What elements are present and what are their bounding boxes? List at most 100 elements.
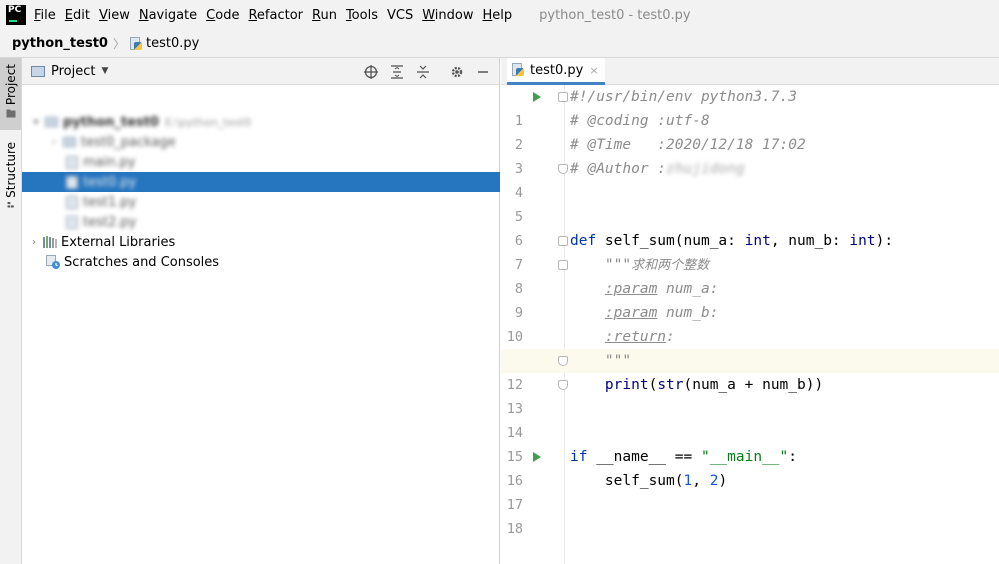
menu-edit[interactable]: Edit <box>65 8 90 23</box>
chevron-right-icon[interactable]: › <box>28 237 40 248</box>
code-text: :return: <box>604 329 675 345</box>
code-line[interactable]: 15 <box>501 421 999 465</box>
close-icon[interactable]: × <box>589 64 598 77</box>
folder-icon <box>45 117 58 127</box>
tree-file-name: main.py <box>83 154 136 170</box>
code-line[interactable]: 9 :param num_a: <box>501 277 999 321</box>
chevron-down-icon[interactable]: ▾ <box>30 117 42 128</box>
code-text: def self_sum(num_a: int, num_b: int): <box>570 233 894 249</box>
menu-help[interactable]: Help <box>482 8 512 23</box>
menu-bar: PC File Edit View Navigate Code Refactor… <box>0 0 999 30</box>
code-line[interactable]: 17 self_sum(1, 2) <box>501 469 999 513</box>
python-file-icon <box>66 215 78 229</box>
code-line[interactable]: 13 print(str(num_a + num_b)) <box>501 373 999 417</box>
python-file-icon <box>66 175 78 189</box>
run-icon[interactable] <box>533 92 541 102</box>
tree-file-row-selected[interactable]: test0.py <box>22 172 500 192</box>
editor-tab-test0[interactable]: test0.py × <box>507 58 605 85</box>
tree-file-name: test0.py <box>83 174 137 190</box>
expand-all-icon[interactable] <box>387 62 407 82</box>
code-line[interactable]: 18 <box>501 493 999 537</box>
menu-refactor[interactable]: Refactor <box>248 8 303 23</box>
run-icon[interactable] <box>533 452 541 462</box>
code-text: # @Author :zhujidong <box>570 161 745 177</box>
chevron-down-icon[interactable]: ▼ <box>101 66 108 76</box>
editor-tab-label: test0.py <box>530 62 584 78</box>
minimize-icon[interactable] <box>473 62 493 82</box>
code-line[interactable]: 10 :param num_b: <box>501 301 999 345</box>
code-line[interactable]: 6 <box>501 205 999 249</box>
collapse-all-icon[interactable] <box>413 62 433 82</box>
code-line-current[interactable]: 12 """ <box>501 349 999 393</box>
tree-file-row[interactable]: test2.py <box>66 212 136 232</box>
code-line[interactable]: 14 <box>501 397 999 441</box>
code-text: """ <box>570 353 632 369</box>
fold-icon[interactable] <box>558 260 568 270</box>
tree-external-libraries-label: External Libraries <box>61 234 176 250</box>
code-line[interactable]: 5 <box>501 181 999 225</box>
fold-icon[interactable] <box>558 164 568 174</box>
project-panel-title[interactable]: Project <box>51 64 95 79</box>
menu-run[interactable]: Run <box>312 8 337 23</box>
code-text: self_sum(1, 2) <box>570 473 728 489</box>
code-line[interactable]: 16 if __name__ == "__main__": <box>501 445 999 489</box>
tree-scratches-label: Scratches and Consoles <box>64 254 220 270</box>
project-tool-tab[interactable]: Project <box>0 58 21 130</box>
menu-view[interactable]: View <box>99 8 130 23</box>
tree-package-row[interactable]: › test0_package <box>48 132 176 152</box>
navigation-bar: python_test0 〉 test0.py <box>0 30 999 58</box>
fold-icon[interactable] <box>558 92 568 102</box>
menu-navigate[interactable]: Navigate <box>139 8 197 23</box>
tree-file-row[interactable]: main.py <box>66 152 136 172</box>
code-line[interactable]: 3 # @Time :2020/12/18 17:02 <box>501 133 999 177</box>
gear-icon[interactable] <box>447 62 467 82</box>
code-line[interactable]: 7 def self_sum(num_a: int, num_b: int): <box>501 229 999 273</box>
scratches-icon <box>46 255 60 269</box>
menu-tools[interactable]: Tools <box>346 8 378 23</box>
project-panel-header: Project ▼ <box>22 58 499 85</box>
project-folder-icon <box>31 65 45 77</box>
fold-icon[interactable] <box>558 356 568 366</box>
tree-scratches-row[interactable]: Scratches and Consoles <box>46 252 219 272</box>
tree-file-name: test1.py <box>83 194 137 210</box>
tree-root-row[interactable]: ▾ python_test0 E:\python_test0 <box>30 112 251 132</box>
code-text: if __name__ == "__main__": <box>570 449 798 465</box>
tree-file-row[interactable]: test1.py <box>66 192 136 212</box>
libraries-icon <box>43 236 57 248</box>
tree-root-name: python_test0 <box>63 114 159 130</box>
python-file-icon <box>66 195 78 209</box>
menu-code[interactable]: Code <box>206 8 239 23</box>
code-line[interactable]: 1 #!/usr/bin/env python3.7.3 <box>501 85 999 129</box>
menu-vcs[interactable]: VCS <box>387 8 413 23</box>
logo-text: PC <box>8 5 22 15</box>
code-line[interactable]: 4 # @Author :zhujidong <box>501 157 999 201</box>
fold-icon[interactable] <box>558 380 568 390</box>
fold-icon[interactable] <box>558 236 568 246</box>
left-tool-strip: Project Structure <box>0 58 22 564</box>
breadcrumb-project[interactable]: python_test0 <box>12 36 108 51</box>
code-text: #!/usr/bin/env python3.7.3 <box>570 89 797 105</box>
project-tool-tab-label: Project <box>3 64 18 106</box>
tree-external-libraries-row[interactable]: › External Libraries <box>28 232 175 252</box>
code-text: print(str(num_a + num_b)) <box>604 377 824 393</box>
folder-icon <box>6 109 15 118</box>
editor: test0.py × 1 #!/usr/bin/env python3.7.3 … <box>501 58 999 564</box>
code-line[interactable]: 2 # @coding :utf-8 <box>501 109 999 153</box>
locate-icon[interactable] <box>361 62 381 82</box>
project-panel: Project ▼ ▾ python_test0 E:\python_test0… <box>22 58 500 564</box>
structure-tool-tab[interactable]: Structure <box>0 138 21 208</box>
python-file-icon <box>511 63 525 77</box>
package-icon <box>63 137 76 147</box>
code-text: """求和两个整数 <box>570 257 710 273</box>
structure-tool-tab-label: Structure <box>3 142 18 198</box>
breadcrumb-file[interactable]: test0.py <box>146 36 199 51</box>
code-text: # @Time :2020/12/18 17:02 <box>570 137 806 153</box>
code-line[interactable]: 8 """求和两个整数 <box>501 253 999 297</box>
chevron-right-icon[interactable]: › <box>48 137 60 148</box>
code-line[interactable]: 11 :return: <box>501 325 999 369</box>
python-file-icon <box>66 155 78 169</box>
code-text: :param num_a: <box>604 281 719 297</box>
menu-file[interactable]: File <box>34 8 56 23</box>
menu-window[interactable]: Window <box>422 8 473 23</box>
code-area[interactable]: 1 #!/usr/bin/env python3.7.3 2 # @coding… <box>501 85 999 564</box>
